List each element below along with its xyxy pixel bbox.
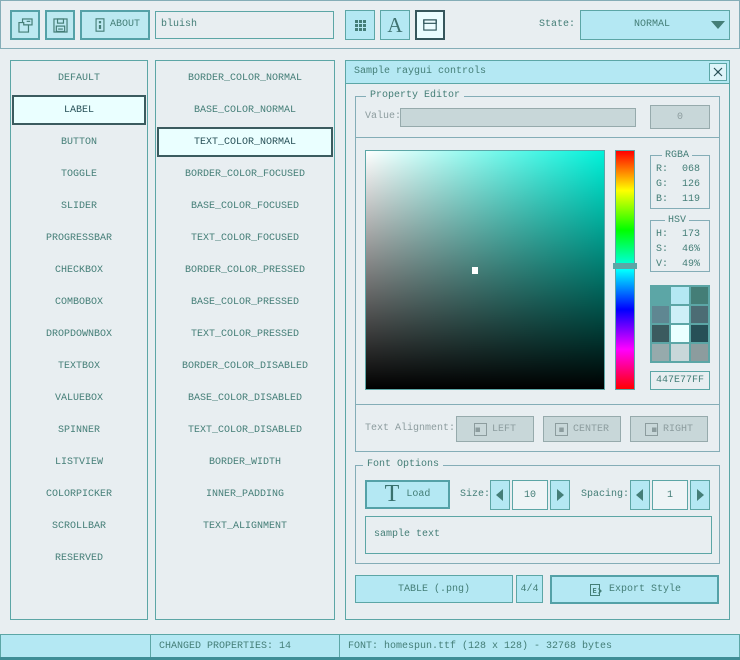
svg-text:E: E (592, 588, 596, 596)
